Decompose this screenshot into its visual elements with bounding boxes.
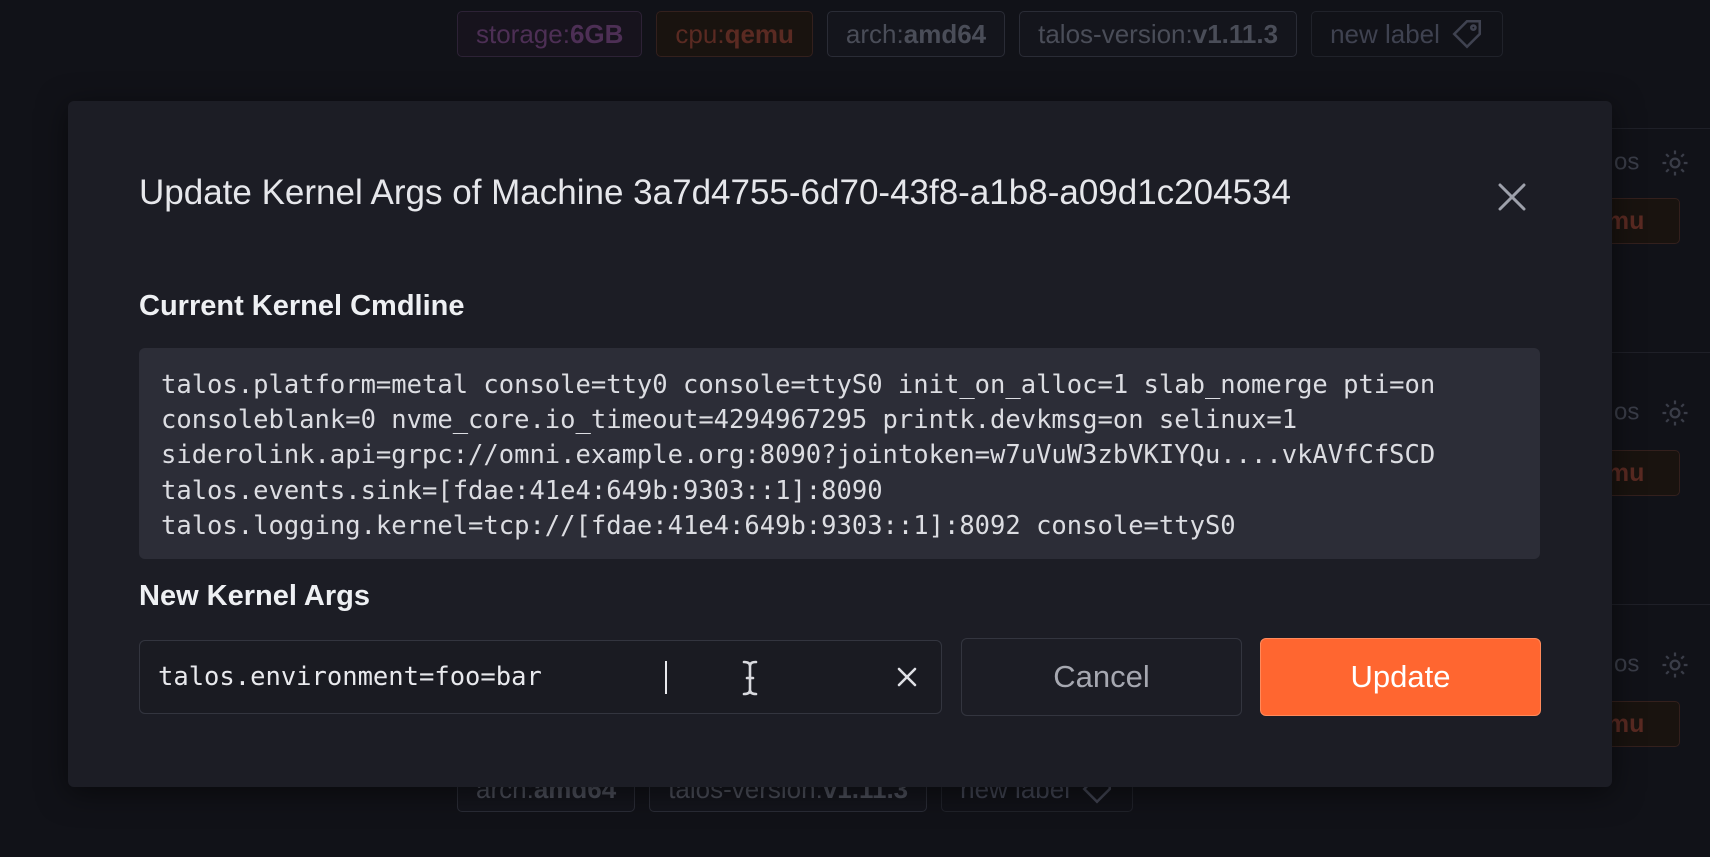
bg-row-text: os [1614,148,1690,178]
current-cmdline-box: talos.platform=metal console=tty0 consol… [139,348,1540,559]
new-kernel-args-input-wrapper [139,640,942,714]
bg-label-talos-version: talos-version: v1.11.3 [1019,11,1298,57]
cmdline-line: talos.logging.kernel=tcp://[fdae:41e4:64… [161,510,1236,541]
current-cmdline-heading: Current Kernel Cmdline [139,290,465,322]
bg-row-text: os [1614,398,1690,428]
close-button[interactable] [1492,177,1532,217]
bg-row-text: os [1614,650,1690,680]
update-kernel-args-dialog: Update Kernel Args of Machine 3a7d4755-6… [68,101,1612,787]
gear-icon [1662,400,1688,426]
update-button[interactable]: Update [1260,638,1541,716]
cmdline-line: consoleblank=0 nvme_core.io_timeout=4294… [161,405,1298,436]
gear-icon [1662,652,1688,678]
bg-label-storage: storage: 6GB [457,11,643,57]
new-kernel-args-heading: New Kernel Args [139,580,370,612]
text-cursor-icon [742,660,758,696]
bg-new-label-button: new label [1311,11,1503,57]
cmdline-line: talos.events.sink=[fdae:41e4:649b:9303::… [161,475,883,506]
background-top-labels: storage: 6GB cpu: qemu arch: amd64 talos-ve… [457,11,1503,57]
clear-input-button[interactable] [894,664,920,690]
bg-label-arch: arch: amd64 [826,11,1006,57]
text-caret [665,661,667,694]
cancel-button[interactable]: Cancel [961,638,1242,716]
clear-icon [897,667,917,687]
close-icon [1498,183,1526,211]
cmdline-line: talos.platform=metal console=tty0 consol… [161,370,1436,400]
dialog-title: Update Kernel Args of Machine 3a7d4755-6… [139,173,1291,212]
tag-icon [1452,19,1481,49]
gear-icon [1662,150,1688,176]
bg-label-cpu: cpu: qemu [656,11,813,57]
cmdline-line: siderolink.api=grpc://omni.example.org:8… [161,440,1436,471]
